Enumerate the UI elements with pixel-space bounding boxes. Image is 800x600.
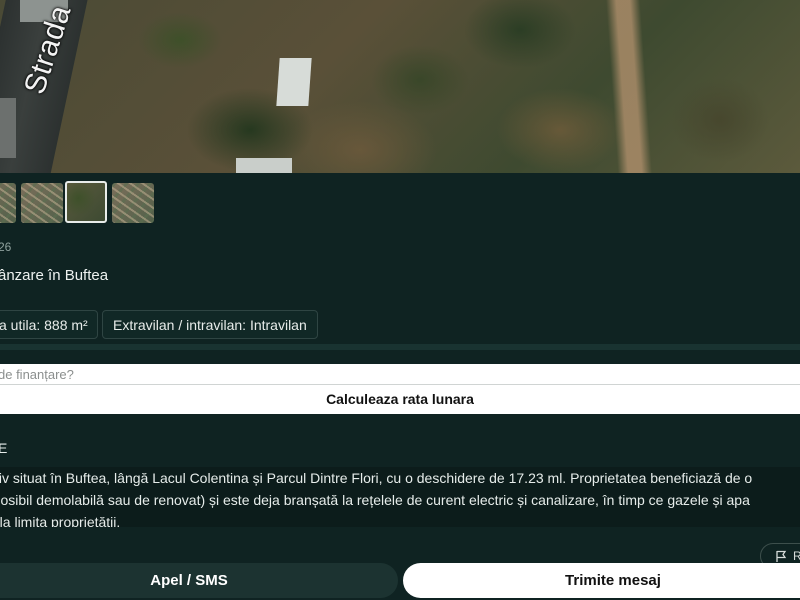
listing-title: ânzare în Buftea [0, 267, 109, 284]
listing-date: 26 [0, 240, 12, 254]
dirt-road [605, 0, 653, 173]
thumbnail-1[interactable] [0, 183, 16, 223]
thumbnail-3-selected[interactable] [65, 181, 107, 223]
building-roof [0, 98, 16, 158]
listing-hero-image[interactable]: Strada Tran [0, 0, 800, 173]
feature-chip-area: a utila: 888 m² [0, 310, 98, 339]
description-line: ctiv situat în Buftea, lângă Lacul Colen… [0, 470, 753, 486]
calculate-rate-button[interactable]: Calculeaza rata lunara [0, 386, 800, 413]
thumbnail-4[interactable] [112, 183, 154, 223]
description-line: e la limita proprietății. [0, 514, 121, 527]
description-line: (posibil demolabilă sau de renovat) și e… [0, 492, 750, 508]
description-text: ctiv situat în Buftea, lângă Lacul Colen… [0, 467, 800, 527]
description-heading: E [0, 440, 8, 456]
flag-icon [776, 550, 787, 562]
building-roof [276, 58, 312, 106]
section-divider [0, 344, 800, 350]
feature-chip-zoning: Extravilan / intravilan: Intravilan [102, 310, 318, 339]
financing-question: de finanțare? [0, 367, 74, 382]
financing-separator [0, 384, 800, 385]
call-sms-button[interactable]: Apel / SMS [0, 563, 398, 598]
thumbnail-strip [0, 180, 800, 226]
send-message-button[interactable]: Trimite mesaj [403, 563, 800, 598]
thumbnail-2[interactable] [21, 183, 63, 223]
building-roof [236, 158, 292, 173]
